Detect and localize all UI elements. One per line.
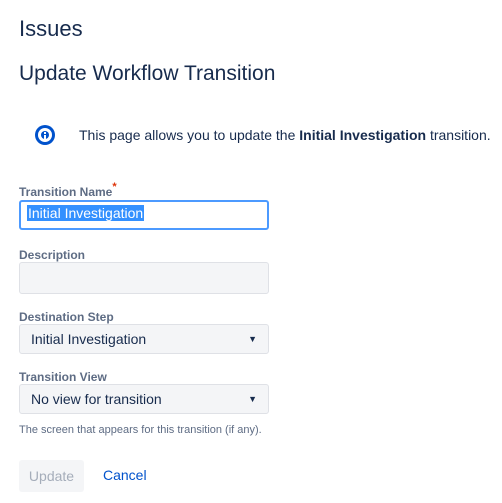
transition-view-label: Transition View [19,370,107,384]
info-message: This page allows you to update the Initi… [35,124,491,146]
required-marker: * [112,181,117,193]
page-title: Update Workflow Transition [19,62,276,85]
update-button[interactable]: Update [19,460,84,492]
transition-view-select[interactable]: No view for transition ▼ [19,384,269,414]
info-icon [35,125,55,145]
transition-name-bold: Initial Investigation [299,127,427,143]
destination-step-select[interactable]: Initial Investigation ▼ [19,324,269,354]
description-label: Description [19,248,86,262]
destination-step-value: Initial Investigation [31,331,147,347]
transition-name-input[interactable]: Initial Investigation [19,200,269,230]
section-title: Issues [19,16,83,41]
transition-name-label: Transition Name* [19,181,117,199]
chevron-down-icon: ▼ [248,334,257,344]
description-textarea[interactable] [19,262,269,294]
info-text: This page allows you to update the Initi… [79,127,491,143]
transition-view-help: The screen that appears for this transit… [19,424,262,436]
transition-name-value: Initial Investigation [27,205,145,221]
chevron-down-icon: ▼ [248,394,257,404]
destination-step-label: Destination Step [19,310,114,324]
transition-view-value: No view for transition [31,391,162,407]
cancel-link[interactable]: Cancel [103,467,147,483]
